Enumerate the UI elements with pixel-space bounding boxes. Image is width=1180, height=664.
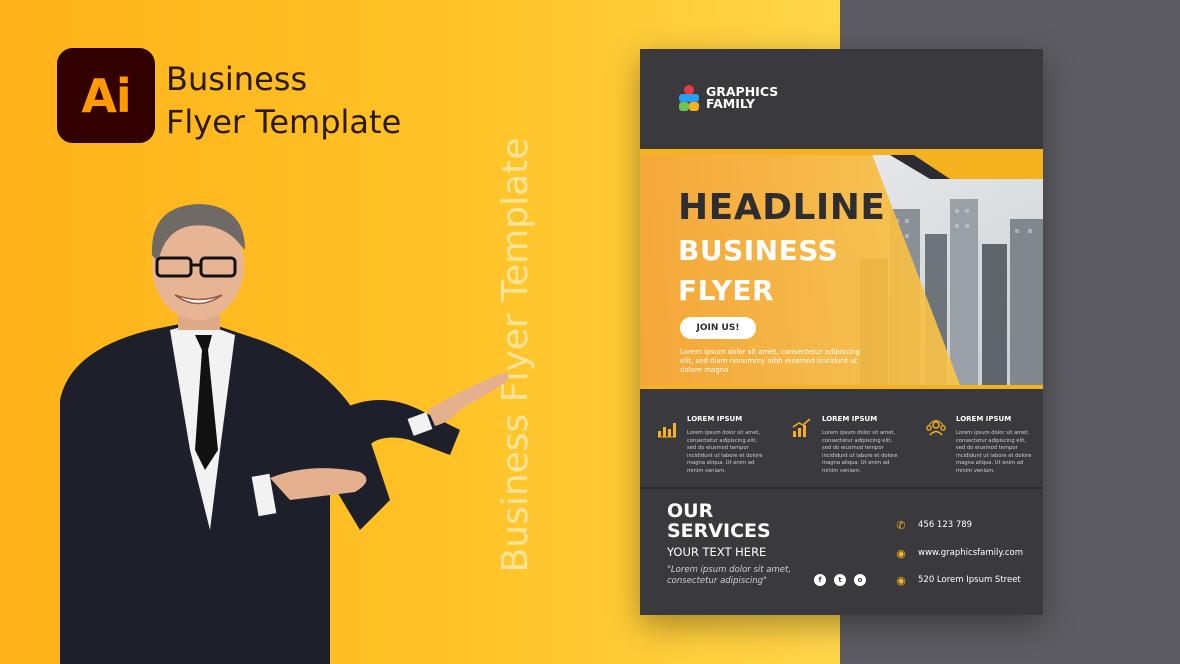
- subheadline: BUSINESS FLYER: [678, 231, 838, 311]
- feature-body: Lorem ipsum dolor sit amet, consectetur …: [687, 430, 763, 474]
- feature-body: Lorem ipsum dolor sit amet, consectetur …: [956, 430, 1032, 474]
- title-line1: Business: [166, 60, 308, 98]
- flyer-card: GRAPHICS FAMILY HEADLINE BUSINESS FLYER …: [640, 49, 1043, 615]
- feature-title: LOREM IPSUM: [687, 415, 743, 423]
- instagram-icon[interactable]: o: [854, 574, 866, 586]
- growth-icon: [792, 418, 811, 437]
- contact-address: ◉ 520 Lorem Ipsum Street: [894, 573, 1021, 587]
- header-stripe: [640, 149, 1043, 155]
- businessman-image: [60, 204, 509, 664]
- features-section: LOREM IPSUM Lorem ipsum dolor sit amet, …: [640, 395, 1043, 489]
- website-text: www.graphicsfamily.com: [918, 548, 1024, 558]
- join-us-button[interactable]: JOIN US!: [680, 317, 756, 339]
- services-line1: OUR: [667, 500, 714, 522]
- feature-body: Lorem ipsum dolor sit amet, consectetur …: [822, 430, 898, 474]
- chart-icon: [658, 423, 676, 438]
- contact-phone: ✆ 456 123 789: [894, 518, 972, 532]
- logo-text: Ai: [81, 68, 131, 123]
- brand-name: GRAPHICS FAMILY: [706, 85, 778, 111]
- location-pin-icon: ◉: [896, 573, 906, 587]
- brand-line2: FAMILY: [706, 96, 755, 111]
- phone-icon: ✆: [896, 518, 906, 532]
- graphics-family-logo-icon: [679, 85, 699, 111]
- feature-title: LOREM IPSUM: [956, 415, 1012, 423]
- feature-title: LOREM IPSUM: [822, 415, 878, 423]
- illustrator-logo: Ai: [57, 48, 155, 143]
- address-text: 520 Lorem Ipsum Street: [918, 575, 1021, 585]
- contact-website: ◉ www.graphicsfamily.com: [894, 546, 1023, 560]
- phone-text: 456 123 789: [918, 520, 973, 530]
- your-text: YOUR TEXT HERE: [667, 545, 767, 559]
- facebook-icon[interactable]: f: [814, 574, 826, 586]
- subheadline-line1: BUSINESS: [678, 234, 839, 267]
- title-line2: Flyer Template: [166, 103, 402, 141]
- services-line2: SERVICES: [667, 520, 771, 542]
- quote: "Lorem ipsum dolor sit amet, consectetur…: [667, 565, 792, 586]
- subheadline-line2: FLYER: [678, 274, 775, 307]
- globe-icon: ◉: [896, 546, 906, 560]
- hero-body: Lorem ipsum dolor sit amet, consectetur …: [680, 348, 860, 374]
- headline: HEADLINE: [678, 187, 886, 228]
- brand: GRAPHICS FAMILY: [678, 83, 778, 113]
- team-icon: [926, 420, 946, 436]
- page-title: Business Flyer Template: [166, 58, 401, 144]
- services-heading: OUR SERVICES: [667, 501, 771, 541]
- twitter-icon[interactable]: t: [834, 574, 846, 586]
